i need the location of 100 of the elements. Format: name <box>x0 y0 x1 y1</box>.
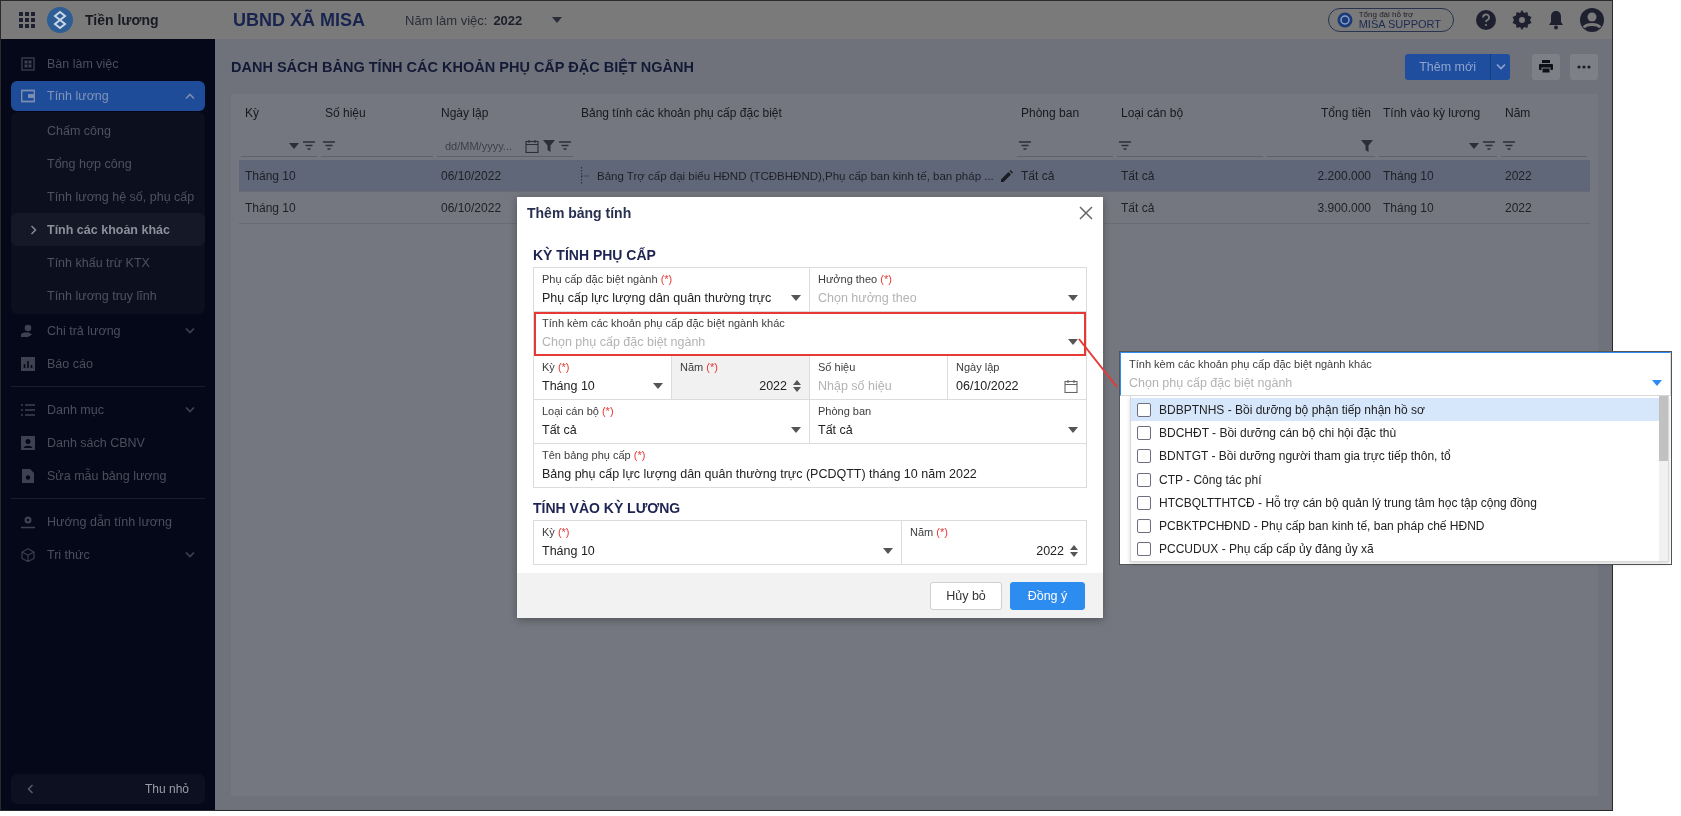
sidebar-item[interactable]: Sửa mẫu bảng lương <box>11 459 205 492</box>
checkbox[interactable] <box>1137 472 1151 487</box>
close-button[interactable] <box>1079 206 1093 220</box>
list-icon <box>21 402 35 417</box>
table-cell: Tháng 10 <box>245 168 296 183</box>
funnel-icon <box>543 139 555 152</box>
dropdown-field[interactable]: Chọn phụ cấp đặc biệt ngành <box>1129 375 1646 390</box>
sidebar-item[interactable]: Tính lương <box>11 81 205 111</box>
sidebar-item[interactable]: Bàn làm việc <box>11 47 205 80</box>
app-name: Tiền lương <box>85 12 159 28</box>
table-cell: 2022 <box>1505 168 1532 183</box>
checkbox[interactable] <box>1137 402 1151 417</box>
section-title: KỲ TÍNH PHỤ CẤP <box>533 247 657 263</box>
checkbox[interactable] <box>1137 542 1151 557</box>
dropdown-field[interactable]: Chọn hưởng theo <box>818 291 1062 305</box>
submenu-item[interactable]: Tính lương truy lĩnh <box>11 279 205 312</box>
checkbox[interactable] <box>1137 495 1151 510</box>
column-header[interactable]: Bảng tính các khoản phụ cấp đặc biệt <box>575 94 1015 132</box>
column-header[interactable]: Loại cán bộ <box>1115 94 1265 132</box>
dropdown-field[interactable]: Tháng 10 <box>542 544 877 558</box>
section-title: TÍNH VÀO KỲ LƯƠNG <box>533 500 682 516</box>
year-value[interactable]: 2022 <box>493 12 523 28</box>
column-header[interactable]: Tính vào kỳ lương <box>1377 94 1499 132</box>
user-avatar-icon[interactable] <box>1580 8 1604 32</box>
table-cell: Tất cả <box>1121 200 1155 215</box>
dropdown-field[interactable]: Phụ cấp lực lượng dân quân thường trực <box>542 291 785 305</box>
settings-icon[interactable] <box>1512 10 1532 30</box>
edit-pencil-icon[interactable] <box>1001 169 1013 182</box>
close-icon <box>1079 206 1093 220</box>
notification-bell-icon[interactable] <box>1548 10 1564 30</box>
text-field[interactable]: Nhập số hiệu <box>818 379 939 393</box>
chevron-right-icon <box>31 225 37 235</box>
submenu-item[interactable]: Chấm công <box>11 114 205 147</box>
submenu-item[interactable]: Tính các khoản khác <box>11 213 205 246</box>
person-pin-icon <box>21 514 35 529</box>
dropdown-option[interactable]: PCBKTPCHĐND - Phụ cấp ban kinh tế, ban pháp chế HĐND <box>1131 514 1659 538</box>
dropdown-option[interactable]: PCCUDUX - Phụ cấp cấp ủy đảng ủy xã <box>1131 537 1659 562</box>
column-header[interactable]: Tổng tiền <box>1265 94 1377 132</box>
date-field[interactable]: 06/10/2022 <box>956 379 1058 393</box>
scrollbar[interactable] <box>1659 396 1668 562</box>
funnel-icon <box>1361 139 1373 152</box>
chevron-down-icon <box>1495 63 1506 70</box>
dropdown-option[interactable]: BDBPTNHS - Bồi dưỡng bộ phận tiếp nhận hồ sơ <box>1131 398 1659 422</box>
filter-caret-icon <box>1469 142 1479 149</box>
cancel-button[interactable]: Hủy bỏ <box>930 581 1002 610</box>
checkbox[interactable] <box>1137 449 1151 464</box>
sidebar-item[interactable]: Báo cáo <box>11 347 205 380</box>
dropdown-field[interactable]: Tháng 10 <box>542 379 647 393</box>
cube-icon <box>21 547 35 562</box>
sidebar-item[interactable]: Tri thức <box>11 538 205 571</box>
leader-line <box>1078 338 1118 388</box>
table-cell: 3.900.000 <box>1317 200 1371 215</box>
caret-icon <box>883 548 893 554</box>
caret-icon <box>1068 339 1078 345</box>
table-cell: 2022 <box>1505 200 1532 215</box>
column-header[interactable]: Kỳ <box>239 94 319 132</box>
dropdown-field[interactable]: Tất cả <box>542 423 785 437</box>
caret-icon <box>791 295 801 301</box>
add-new-button[interactable]: Thêm mới <box>1405 53 1490 80</box>
contact-card-icon <box>21 435 35 450</box>
page-title: DANH SÁCH BẢNG TÍNH CÁC KHOẢN PHỤ CẤP ĐẶC BIỆT NGÀNH <box>231 58 695 75</box>
submenu-item[interactable]: Tính lương hệ số, phụ cấp <box>11 180 205 213</box>
table-cell: 06/10/2022 <box>441 200 502 215</box>
dropdown-field[interactable]: Tính kèm các khoản phụ cấp đặc biệt ngành khác Chọn phụ cấp đặc biệt ngành <box>1120 352 1671 396</box>
table-cell: Tất cả <box>1021 168 1055 183</box>
column-header[interactable]: Phòng ban <box>1015 94 1115 132</box>
column-header[interactable]: Năm <box>1499 94 1589 132</box>
table-row[interactable]: Tháng 10 06/10/2022 Bảng Trợ cấp đại biểu HĐND (TCĐBHĐND),Phụ cấp ban kinh tế, ban pháp ... Tất cả Tất cả 2.200.000 Tháng 10 2022 <box>239 160 1590 192</box>
confirm-button[interactable]: Đồng ý <box>1010 581 1085 610</box>
number-field[interactable]: 2022 <box>910 544 1064 558</box>
checkbox[interactable] <box>1137 425 1151 440</box>
bar-chart-icon <box>21 356 35 371</box>
help-icon[interactable] <box>1476 10 1496 30</box>
sidebar-item[interactable]: Chi trả lương <box>11 314 205 347</box>
dropdown-option[interactable]: BDCHĐT - Bồi dưỡng cán bộ chi hội đặc thù <box>1131 421 1659 445</box>
field-label: Hưởng theo (*) <box>818 272 893 287</box>
dropdown-field[interactable]: Tất cả <box>818 423 1062 437</box>
table-cell: 06/10/2022 <box>441 168 502 183</box>
collapse-button[interactable]: Thu nhỏ <box>11 774 205 804</box>
dropdown-option[interactable]: HTCBQLTTHTCĐ - Hỗ trợ cán bộ quản lý trung tâm học tập cộng đồng <box>1131 491 1659 515</box>
submenu-item[interactable]: Tính khấu trừ KTX <box>11 246 205 279</box>
text-field[interactable]: Bảng phụ cấp lực lượng dân quân thường trực (PCDQTT) tháng 10 năm 2022 <box>542 467 1078 481</box>
submenu-item[interactable]: Tổng hợp công <box>11 147 205 180</box>
print-button[interactable] <box>1532 53 1560 80</box>
dropdown-option[interactable]: BDNTGT - Bồi dưỡng người tham gia trực tiếp thôn, tổ <box>1131 444 1659 468</box>
add-options-button[interactable] <box>1490 53 1510 80</box>
apps-grid-icon[interactable] <box>19 12 35 28</box>
printer-icon <box>1539 60 1553 73</box>
table-cell: Bảng Trợ cấp đại biểu HĐND (TCĐBHĐND),Phụ cấp ban kinh tế, ban pháp ... <box>597 169 995 182</box>
wallet-icon <box>21 89 35 103</box>
field-label: Tính kèm các khoản phụ cấp đặc biệt ngành khác <box>542 316 786 331</box>
dropdown-option[interactable]: CTP - Công tác phí <box>1131 467 1659 492</box>
checkbox[interactable] <box>1137 519 1151 534</box>
sidebar-item[interactable]: Danh sách CBNV <box>11 426 205 459</box>
dropdown-field[interactable]: Chọn phụ cấp đặc biệt ngành <box>542 335 1062 349</box>
sidebar-item[interactable]: Danh mục <box>11 393 205 426</box>
column-header[interactable]: Số hiệu <box>319 94 435 132</box>
field-label: Phụ cấp đặc biệt ngành (*) <box>542 272 674 287</box>
sidebar-item[interactable]: Hướng dẫn tính lương <box>11 505 205 538</box>
column-header[interactable]: Ngày lập <box>435 94 575 132</box>
